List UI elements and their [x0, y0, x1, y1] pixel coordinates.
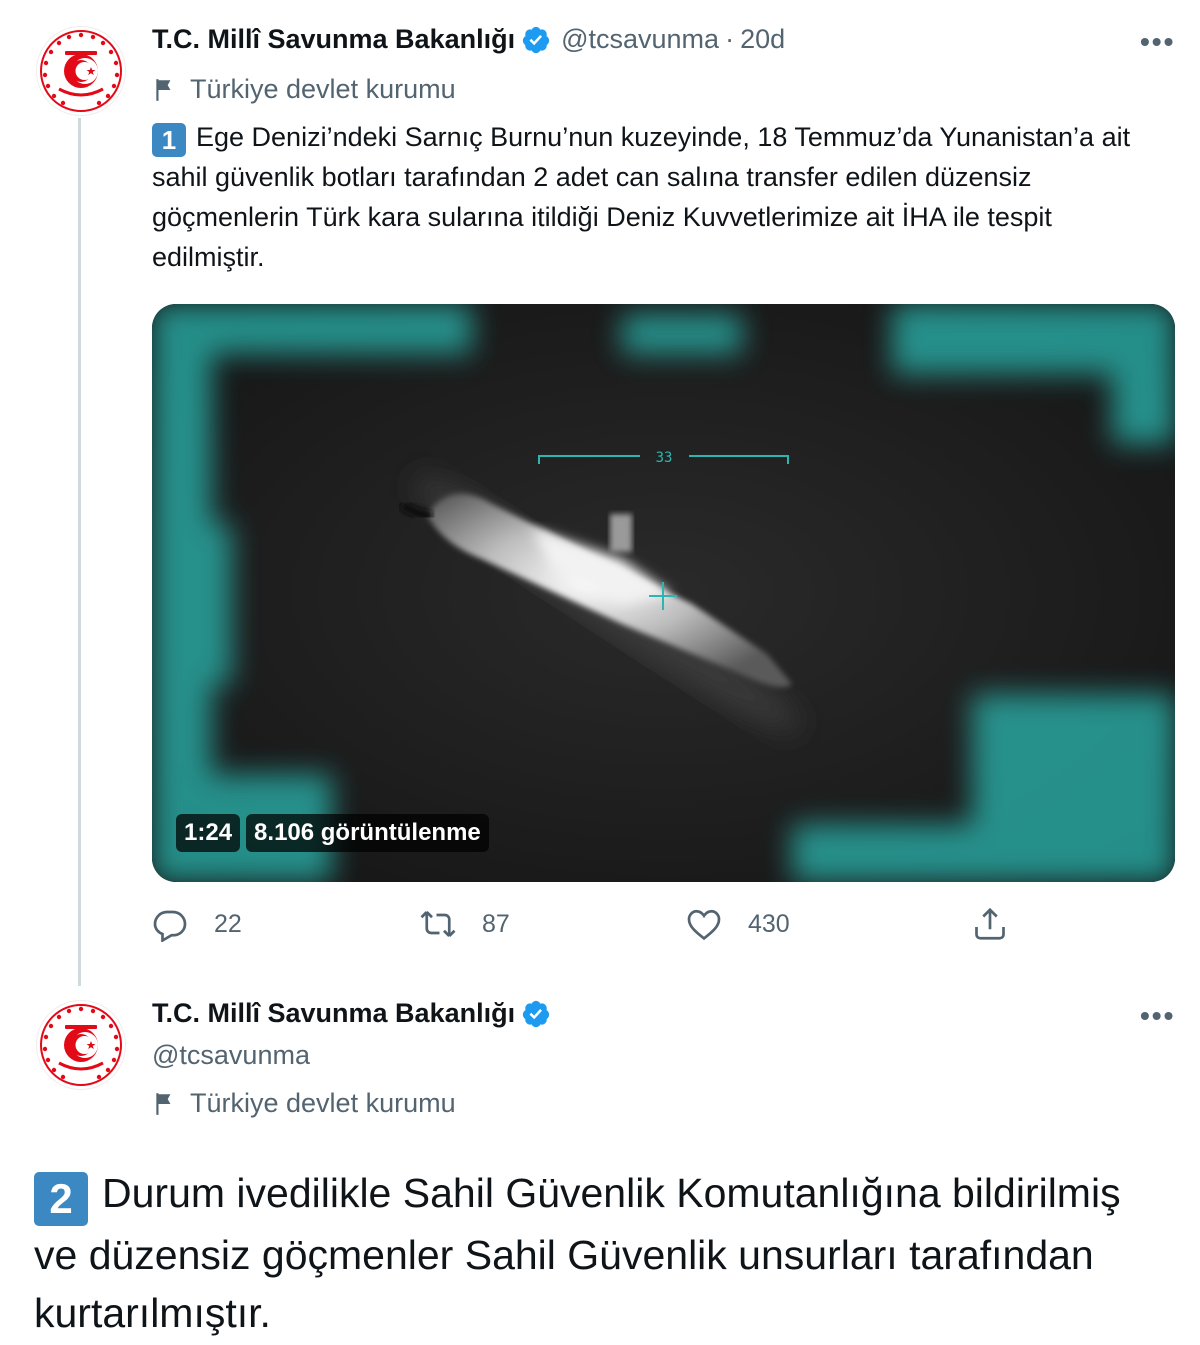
tweet-age[interactable]: 20d — [740, 24, 785, 55]
author-name[interactable]: T.C. Millî Savunma Bakanlığı — [152, 24, 515, 55]
reply-icon — [153, 910, 187, 942]
retweet-count: 87 — [482, 909, 510, 938]
flag-icon — [152, 1091, 178, 1117]
flag-icon — [152, 77, 178, 103]
government-label[interactable]: Türkiye devlet kurumu — [152, 1088, 456, 1119]
video-thumbnail: 33 — [152, 304, 1175, 882]
msb-emblem-icon — [40, 1004, 122, 1086]
like-count: 430 — [748, 909, 790, 938]
tweet-1-text: 1 Ege Denizi’ndeki Sarnıç Burnu’nun kuzey… — [152, 117, 1162, 277]
like-button[interactable]: 430 — [686, 906, 790, 942]
government-label-text: Türkiye devlet kurumu — [190, 1088, 456, 1118]
avatar[interactable] — [36, 26, 126, 116]
government-label[interactable]: Türkiye devlet kurumu — [152, 74, 456, 105]
tweet-2-header: T.C. Millî Savunma Bakanlığı — [152, 998, 551, 1029]
video-view-count: 8.106 görüntülenme — [246, 814, 489, 852]
tweet-action-bar: 22 87 430 — [152, 906, 1032, 952]
keycap-number-emoji: 2 — [34, 1172, 88, 1226]
share-icon — [975, 907, 1005, 940]
video-info-badges: 1:24 8.106 görüntülenme — [176, 814, 489, 852]
like-icon — [687, 909, 721, 941]
author-handle[interactable]: @tcsavunma — [561, 24, 719, 55]
tweet-2-text: 2 Durum ivedilikle Sahil Güvenlik Komutan… — [34, 1164, 1164, 1342]
tweet-1-header: T.C. Millî Savunma Bakanlığı @tcsavunma … — [152, 24, 785, 55]
separator-dot: · — [725, 24, 735, 54]
thread-connector-line — [78, 118, 81, 986]
verified-badge-icon — [521, 999, 551, 1029]
share-button[interactable] — [972, 906, 1034, 942]
tweet-2-body: Durum ivedilikle Sahil Güvenlik Komutanl… — [34, 1170, 1121, 1336]
reply-button[interactable]: 22 — [152, 906, 242, 942]
video-player[interactable]: 33 — [152, 304, 1175, 882]
more-icon[interactable]: ••• — [1140, 26, 1175, 58]
video-duration: 1:24 — [176, 814, 241, 852]
author-handle[interactable]: @tcsavunma — [152, 1040, 310, 1071]
author-name[interactable]: T.C. Millî Savunma Bakanlığı — [152, 998, 515, 1029]
government-label-text: Türkiye devlet kurumu — [190, 74, 456, 104]
more-icon[interactable]: ••• — [1140, 1000, 1175, 1032]
verified-badge-icon — [521, 25, 551, 55]
retweet-button[interactable]: 87 — [420, 906, 510, 942]
tweet-1-body: Ege Denizi’ndeki Sarnıç Burnu’nun kuzeyi… — [152, 122, 1131, 272]
retweet-icon — [420, 911, 456, 937]
keycap-number-emoji: 1 — [152, 123, 186, 157]
avatar[interactable] — [36, 1000, 126, 1090]
hud-heading-readout: 33 — [656, 450, 673, 466]
reply-count: 22 — [214, 909, 242, 938]
msb-emblem-icon — [40, 30, 122, 112]
